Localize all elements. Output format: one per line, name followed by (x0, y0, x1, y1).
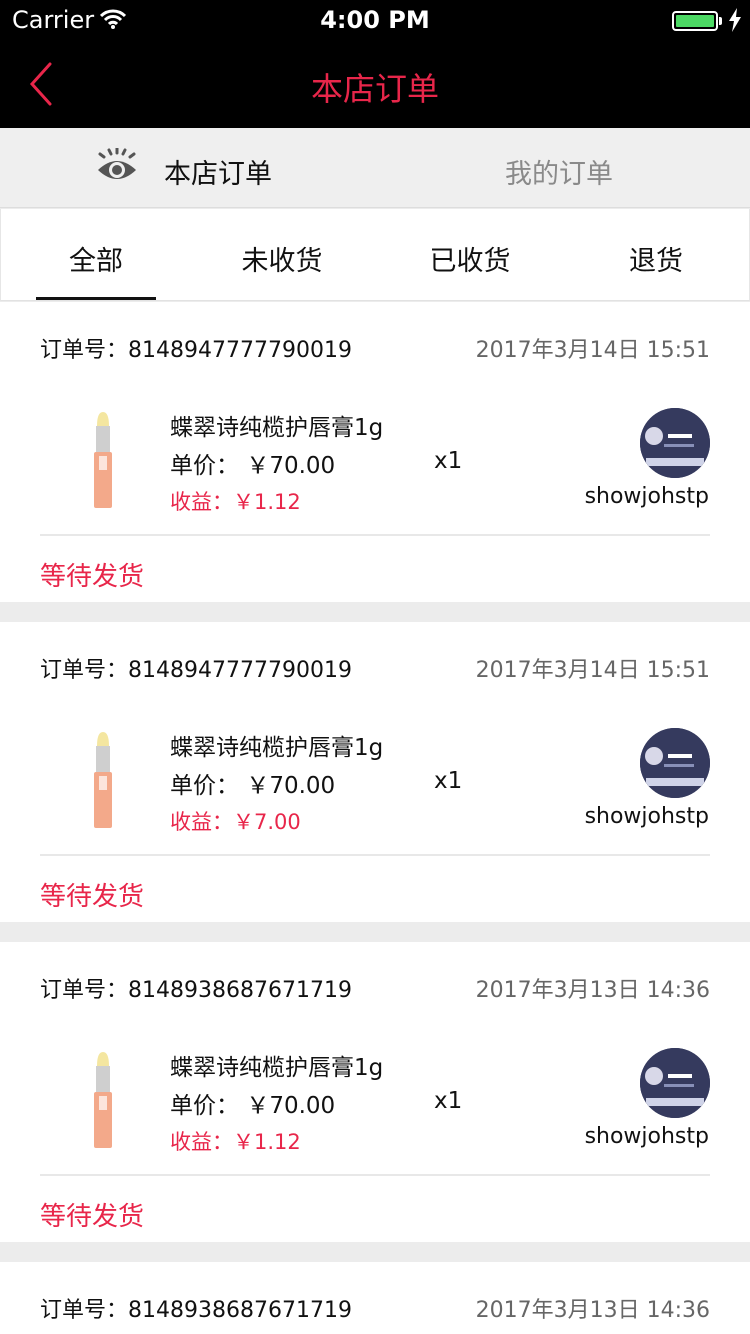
battery-icon (672, 11, 718, 31)
order-source-switch: 本店订单 我的订单 (0, 128, 750, 208)
order-profit: 收益：￥7.00 (170, 810, 301, 834)
active-tab-indicator (36, 297, 156, 300)
order-date: 2017年3月13日 14:36 (475, 978, 710, 1003)
order-status: 等待发货 (40, 882, 145, 912)
avatar (640, 1048, 710, 1118)
page-title: 本店订单 (310, 70, 439, 108)
order-card[interactable]: 订单号：8148938687671719 2017年3月13日 14:36 (0, 1262, 750, 1334)
buyer-name: showjohstp (584, 804, 709, 829)
divider (40, 854, 710, 856)
charging-bolt-icon (729, 8, 741, 32)
status-bar: Carrier 4:00 PM (0, 0, 750, 40)
order-number: 订单号：8148947777790019 (40, 658, 352, 683)
shop-orders-toggle[interactable]: 本店订单 (164, 152, 272, 191)
order-profit: 收益：￥1.12 (170, 490, 301, 514)
tab-not-received[interactable]: 未收货 (207, 239, 357, 278)
eye-icon (98, 148, 136, 179)
product-price: 单价： ￥70.00 (170, 1093, 336, 1119)
product-name: 蝶翠诗纯榄护唇膏1g (170, 735, 384, 761)
product-quantity: x1 (434, 448, 463, 474)
avatar (640, 728, 710, 798)
tab-all[interactable]: 全部 (21, 239, 171, 278)
battery-tip (719, 17, 722, 25)
avatar (640, 408, 710, 478)
nav-bar: 本店订单 (0, 40, 750, 128)
order-number: 订单号：8148938687671719 (40, 978, 352, 1003)
product-quantity: x1 (434, 768, 463, 794)
my-orders-toggle[interactable]: 我的订单 (505, 152, 613, 191)
order-date: 2017年3月14日 15:51 (475, 338, 710, 363)
product-image (94, 1052, 112, 1148)
order-card[interactable]: 订单号：8148947777790019 2017年3月14日 15:51 蝶翠… (0, 302, 750, 602)
order-number: 订单号：8148947777790019 (40, 338, 352, 363)
product-price: 单价： ￥70.00 (170, 453, 336, 479)
product-name: 蝶翠诗纯榄护唇膏1g (170, 1055, 384, 1081)
order-status: 等待发货 (40, 562, 145, 592)
buyer-name: showjohstp (584, 484, 709, 509)
order-card[interactable]: 订单号：8148938687671719 2017年3月13日 14:36 蝶翠… (0, 942, 750, 1242)
divider (40, 534, 710, 536)
clock: 4:00 PM (320, 6, 430, 34)
product-name: 蝶翠诗纯榄护唇膏1g (170, 415, 384, 441)
order-card[interactable]: 订单号：8148947777790019 2017年3月14日 15:51 蝶翠… (0, 622, 750, 922)
product-quantity: x1 (434, 1088, 463, 1114)
order-status: 等待发货 (40, 1202, 145, 1232)
product-price: 单价： ￥70.00 (170, 773, 336, 799)
divider (40, 1174, 710, 1176)
buyer-name: showjohstp (584, 1124, 709, 1149)
product-image (94, 412, 112, 508)
order-date: 2017年3月13日 14:36 (475, 1298, 710, 1323)
filter-tabs: 全部 未收货 已收货 退货 (0, 209, 750, 301)
order-profit: 收益：￥1.12 (170, 1130, 301, 1154)
battery-level (676, 15, 714, 27)
order-number: 订单号：8148938687671719 (40, 1298, 352, 1323)
tab-received[interactable]: 已收货 (395, 239, 545, 278)
order-date: 2017年3月14日 15:51 (475, 658, 710, 683)
product-image (94, 732, 112, 828)
tab-returns[interactable]: 退货 (581, 239, 731, 278)
